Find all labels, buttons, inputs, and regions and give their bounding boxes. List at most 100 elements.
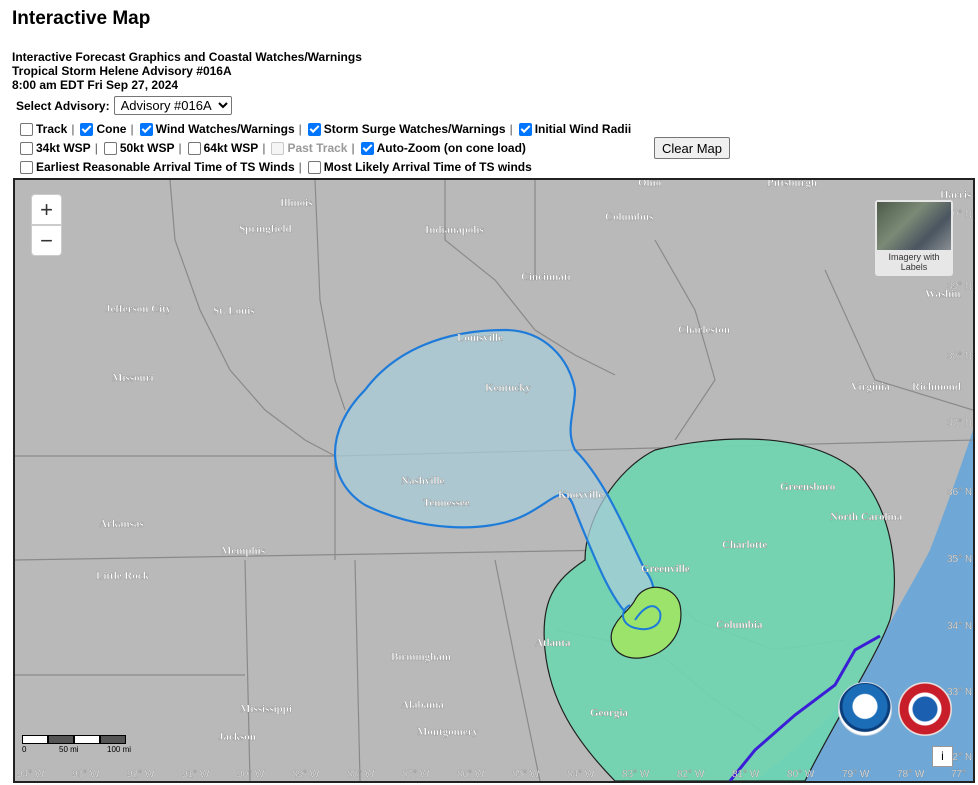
earliest-arrival-label: Earliest Reasonable Arrival Time of TS W…: [36, 160, 295, 174]
basemap-toggle-label: Imagery with Labels: [875, 252, 953, 272]
separator: |: [178, 141, 182, 155]
advisory-time: 8:00 am EDT Fri Sep 27, 2024: [12, 78, 179, 92]
zoom-out-button[interactable]: −: [31, 225, 62, 256]
track-label: Track: [36, 122, 68, 136]
option-auto-zoom[interactable]: Auto-Zoom (on cone load): [359, 141, 526, 155]
separator: |: [71, 122, 75, 136]
most-likely-arrival-label: Most Likely Arrival Time of TS winds: [323, 160, 532, 174]
state-label: Mississippi: [240, 703, 292, 715]
advisory-select-label: Select Advisory:: [16, 98, 110, 113]
option-cone[interactable]: Cone: [78, 122, 126, 136]
clear-map-button[interactable]: Clear Map: [654, 137, 730, 159]
50kt-wsp-checkbox[interactable]: [103, 141, 117, 155]
longitude-label: 89° W: [292, 769, 320, 780]
state-label: Georgia: [590, 707, 628, 719]
wind-radii-checkbox[interactable]: [518, 122, 532, 136]
city-label: Cincinnati: [521, 271, 571, 283]
option-track[interactable]: Track: [18, 122, 67, 136]
cone-label: Cone: [96, 122, 127, 136]
layer-options-row-2: 34kt WSP | 50kt WSP | 64kt WSP | Past Tr…: [18, 141, 526, 155]
50kt-wsp-label: 50kt WSP: [119, 141, 175, 155]
noaa-logo-icon: [838, 682, 892, 736]
longitude-label: 88° W: [347, 769, 375, 780]
longitude-label: 87° W: [402, 769, 430, 780]
surge-warnings-checkbox[interactable]: [307, 122, 321, 136]
state-label: Virginia: [851, 381, 890, 393]
separator: |: [262, 141, 266, 155]
earliest-arrival-checkbox[interactable]: [20, 160, 33, 174]
option-50kt-wsp[interactable]: 50kt WSP: [102, 141, 175, 155]
option-wind-radii[interactable]: Initial Wind Radii: [517, 122, 632, 136]
storm-advisory-line: Tropical Storm Helene Advisory #016A: [12, 64, 232, 78]
state-label: Ohio: [638, 180, 662, 189]
city-label: Little Rock: [96, 570, 150, 582]
most-likely-arrival-checkbox[interactable]: [307, 160, 321, 174]
separator: |: [298, 160, 302, 174]
zoom-in-button[interactable]: +: [31, 194, 62, 225]
state-label: Tennessee: [423, 497, 470, 509]
cone-checkbox[interactable]: [80, 122, 94, 136]
forecast-map[interactable]: Illinois Indianapolis Ohio Missouri Kent…: [13, 178, 975, 783]
latitude-label: 34° N: [947, 621, 972, 632]
latitude-label: 39° N: [947, 281, 972, 292]
city-label: Greensboro: [780, 481, 836, 493]
separator: |: [94, 141, 98, 155]
option-earliest-arrival[interactable]: Earliest Reasonable Arrival Time of TS W…: [18, 160, 295, 174]
auto-zoom-checkbox[interactable]: [360, 141, 374, 155]
latitude-label: 36° N: [947, 487, 972, 498]
layer-options-row-3: Earliest Reasonable Arrival Time of TS W…: [18, 160, 532, 174]
satellite-thumbnail-icon: [877, 202, 951, 250]
option-most-likely-arrival[interactable]: Most Likely Arrival Time of TS winds: [306, 160, 532, 174]
option-surge-warnings[interactable]: Storm Surge Watches/Warnings: [306, 122, 506, 136]
advisory-selector: Select Advisory: Advisory #016A: [16, 96, 232, 115]
longitude-label: 78° W: [897, 769, 925, 780]
layer-options-row-1: Track | Cone | Wind Watches/Warnings | S…: [18, 122, 631, 136]
34kt-wsp-label: 34kt WSP: [36, 141, 91, 155]
separator: |: [351, 141, 355, 155]
scale-label: 100 mi: [107, 745, 132, 754]
separator: |: [130, 122, 134, 136]
scale-bar-graphic: [22, 735, 132, 744]
info-button[interactable]: i: [932, 746, 953, 767]
longitude-label: 86° W: [457, 769, 485, 780]
wind-radii-label: Initial Wind Radii: [534, 122, 632, 136]
forecast-cone: [334, 328, 655, 622]
wind-warnings-checkbox[interactable]: [139, 122, 153, 136]
city-label: Columbia: [716, 619, 763, 631]
state-label: Kentucky: [485, 382, 531, 394]
advisory-select[interactable]: Advisory #016A: [113, 96, 232, 115]
basemap-label-line-2: Labels: [900, 262, 928, 272]
34kt-wsp-checkbox[interactable]: [20, 141, 33, 155]
longitude-label: 83° W: [622, 769, 650, 780]
city-label: Richmond: [912, 381, 961, 393]
longitude-label: 77°: [951, 769, 966, 780]
scale-labels: 0 50 mi 100 mi: [22, 744, 132, 754]
option-64kt-wsp[interactable]: 64kt WSP: [186, 141, 258, 155]
wind-warnings-label: Wind Watches/Warnings: [155, 122, 295, 136]
map-canvas[interactable]: Illinois Indianapolis Ohio Missouri Kent…: [15, 180, 973, 781]
agency-logos: [838, 682, 952, 736]
city-label: Jackson: [218, 731, 256, 743]
product-subtitle: Interactive Forecast Graphics and Coasta…: [12, 50, 362, 64]
city-label: Columbus: [605, 211, 654, 223]
auto-zoom-label: Auto-Zoom (on cone load): [376, 141, 526, 155]
separator: |: [298, 122, 302, 136]
page-title: Interactive Map: [12, 8, 151, 29]
longitude-label: 90° W: [237, 769, 265, 780]
past-track-checkbox[interactable]: [271, 141, 285, 155]
option-34kt-wsp[interactable]: 34kt WSP: [18, 141, 91, 155]
longitude-label: 92° W: [127, 769, 155, 780]
basemap-toggle[interactable]: Imagery with Labels: [875, 200, 953, 276]
option-wind-warnings[interactable]: Wind Watches/Warnings: [138, 122, 295, 136]
longitude-label: 93° W: [72, 769, 100, 780]
track-checkbox[interactable]: [20, 122, 33, 136]
longitude-label: 85° W: [512, 769, 540, 780]
state-label: North Carolina: [830, 511, 903, 523]
longitude-label: 81° W: [732, 769, 760, 780]
city-label: Charlotte: [722, 539, 767, 551]
longitude-label: 79° W: [842, 769, 870, 780]
city-label: Knoxville: [558, 489, 603, 501]
scale-bar: 0 50 mi 100 mi: [22, 735, 132, 754]
option-past-track[interactable]: Past Track: [269, 141, 347, 155]
64kt-wsp-checkbox[interactable]: [187, 141, 201, 155]
